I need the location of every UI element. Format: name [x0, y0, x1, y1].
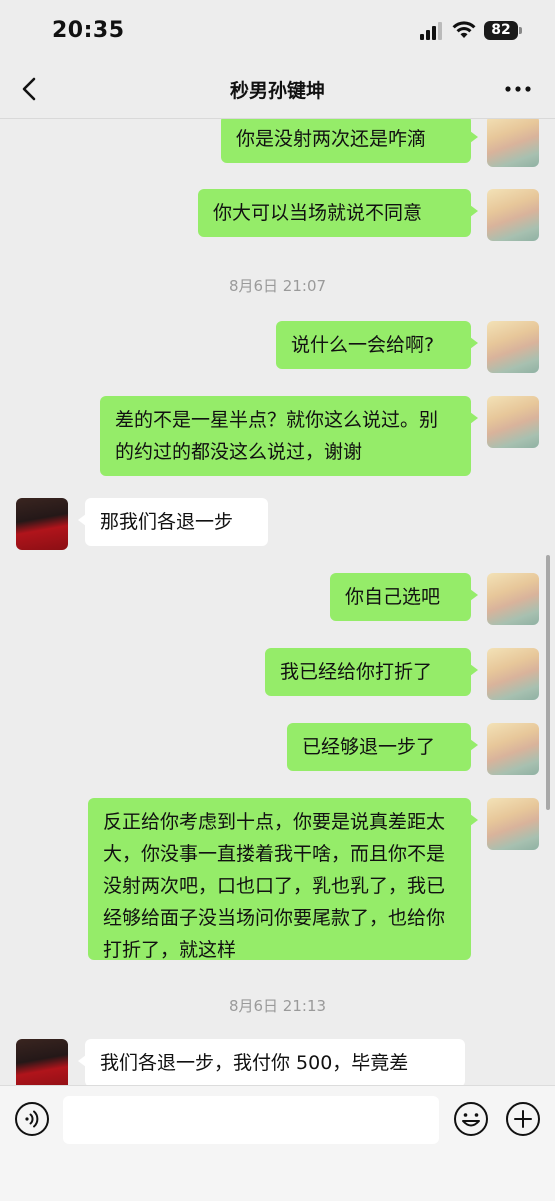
message-bubble-sent[interactable]: 已经够退一步了	[287, 723, 478, 771]
contact-avatar[interactable]	[16, 498, 68, 550]
message-timestamp: 8月6日 21:13	[228, 997, 327, 1015]
status-bar: 20:35 82	[0, 0, 555, 62]
battery-cap	[519, 27, 522, 34]
wifi-icon	[452, 21, 476, 38]
message-input[interactable]	[63, 1096, 439, 1144]
chat-scrollbar[interactable]	[546, 555, 550, 810]
my-avatar[interactable]	[487, 321, 539, 373]
message-bubble-sent[interactable]: 反正给你考虑到十点，你要是说真差距太大，你没事一直搂着我干啥，而且你不是没射两次…	[88, 798, 478, 961]
my-avatar[interactable]	[487, 119, 539, 167]
my-avatar[interactable]	[487, 648, 539, 700]
message-input-bar	[0, 1085, 555, 1201]
status-time: 20:35	[52, 18, 125, 43]
message-bubble-sent[interactable]: 你是没射两次还是咋滴	[221, 119, 478, 163]
voice-input-icon[interactable]	[14, 1101, 50, 1137]
message-bubble-sent[interactable]: 你自己选吧	[330, 573, 478, 621]
my-avatar[interactable]	[487, 723, 539, 775]
message-bubble-received[interactable]: 我们各退一步，我付你 500，毕竟差	[78, 1039, 465, 1085]
chat-title: 秒男孙键坤	[229, 80, 325, 102]
message-bubble-sent[interactable]: 说什么一会给啊?	[276, 321, 478, 369]
message-bubble-received[interactable]: 那我们各退一步	[78, 498, 268, 546]
my-avatar[interactable]	[487, 573, 539, 625]
cellular-signal-icon	[420, 22, 446, 40]
my-avatar[interactable]	[487, 798, 539, 850]
battery-icon: 82	[484, 21, 518, 40]
message-timestamp: 8月6日 21:07	[228, 277, 327, 295]
message-bubble-sent[interactable]: 我已经给你打折了	[265, 648, 478, 696]
my-avatar[interactable]	[487, 396, 539, 448]
message-bubble-sent[interactable]: 你大可以当场就说不同意	[198, 189, 478, 237]
add-more-icon[interactable]	[505, 1101, 541, 1137]
message-list[interactable]: 你是没射两次还是咋滴 你大可以当场就说不同意 8月6日 21:07 说什么一会给…	[0, 119, 555, 1085]
message-bubble-sent[interactable]: 差的不是一星半点？就你这么说过。别的约过的都没这么说过，谢谢	[100, 396, 478, 476]
more-options-icon[interactable]	[500, 72, 536, 106]
my-avatar[interactable]	[487, 189, 539, 241]
contact-avatar[interactable]	[16, 1039, 68, 1085]
emoji-icon[interactable]	[453, 1101, 489, 1137]
chat-header: 秒男孙键坤	[0, 62, 555, 119]
